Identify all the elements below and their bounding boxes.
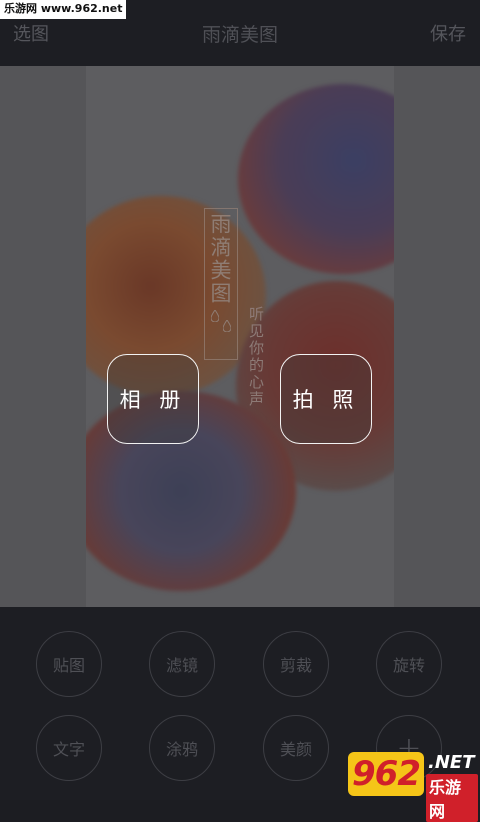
raindrop-icon: [223, 320, 231, 332]
app-title: 雨滴美图: [201, 24, 278, 46]
site-logo: 962 .NET 乐游网: [348, 750, 478, 822]
image-stage: 雨滴美图 听见你的心声 相 册 拍 照: [0, 66, 480, 607]
logo-suffix: .NET: [428, 752, 475, 773]
sticker-tool-button[interactable]: 贴图: [36, 631, 102, 697]
doodle-tool-button[interactable]: 涂鸦: [149, 715, 215, 781]
poster-vertical-subtitle: 听见你的心声: [247, 306, 265, 408]
filter-tool-button[interactable]: 滤镜: [149, 631, 215, 697]
raindrop-icon: [211, 310, 219, 322]
raindrop-icons: [208, 310, 234, 354]
logo-number: 962: [348, 752, 424, 796]
save-button[interactable]: 保存: [430, 20, 466, 46]
site-watermark: 乐游网 www.962.net: [0, 0, 127, 19]
app-title-wrapper: 雨滴美图: [0, 20, 480, 47]
album-button[interactable]: 相 册: [107, 354, 199, 444]
color-orb-top-right: [238, 84, 394, 274]
crop-tool-button[interactable]: 剪裁: [263, 631, 329, 697]
text-tool-button[interactable]: 文字: [36, 715, 102, 781]
rotate-tool-button[interactable]: 旋转: [376, 631, 442, 697]
select-image-button[interactable]: 选图: [13, 20, 49, 46]
camera-button[interactable]: 拍 照: [280, 354, 372, 444]
poster-preview: 雨滴美图 听见你的心声: [86, 66, 394, 607]
beauty-tool-button[interactable]: 美颜: [263, 715, 329, 781]
logo-name: 乐游网: [426, 774, 478, 822]
